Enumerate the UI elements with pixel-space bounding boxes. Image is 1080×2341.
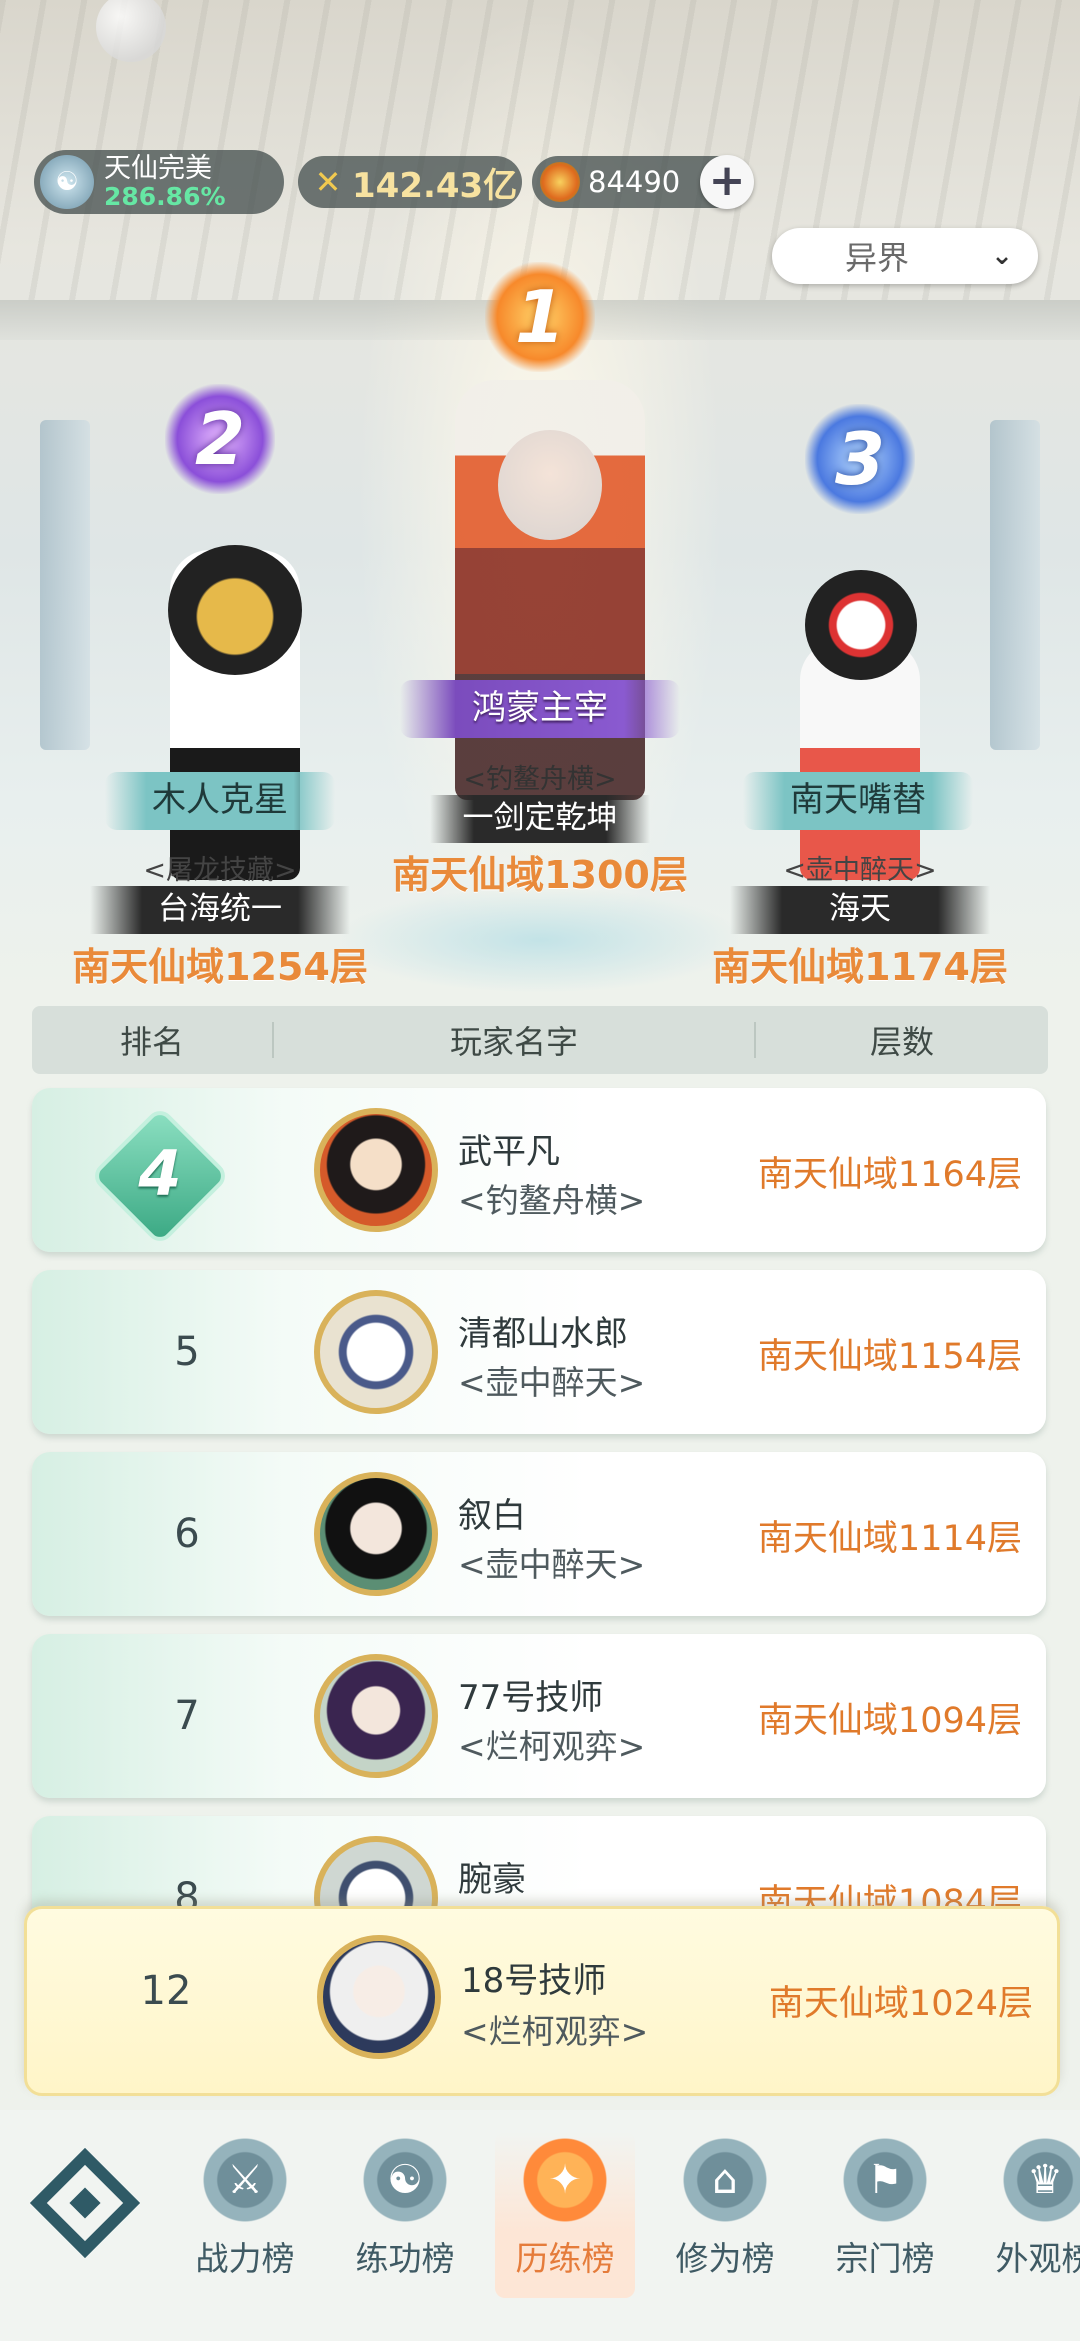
rank-2-sect: <屠龙技藏> (143, 855, 297, 886)
realm-avatar-icon: ☯ (40, 155, 94, 209)
power-indicator: ✕ 142.43亿 (298, 156, 522, 208)
rank-2-badge: 2 (165, 384, 275, 494)
avatar[interactable] (314, 1472, 438, 1596)
my-avatar[interactable] (317, 1935, 441, 2059)
rank-1-character-head (498, 430, 602, 540)
row-sect: <钓鳌舟横> (458, 1181, 646, 1220)
row-floor: 南天仙域1094层 (757, 1701, 1022, 1741)
rank-1-sect: <钓鳌舟横> (463, 764, 617, 795)
rank-1-player-name: 一剑定乾坤 (430, 795, 650, 843)
rank-3-character-head (805, 570, 917, 680)
header-rank: 排名 (119, 1023, 184, 1061)
row-floor: 南天仙域1164层 (757, 1155, 1022, 1195)
row-player-name: 武平凡 (458, 1132, 560, 1172)
row-player-name: 77号技师 (458, 1678, 604, 1718)
avatar[interactable] (314, 1108, 438, 1232)
hat-icon: ⌂ (677, 2132, 773, 2228)
world-dropdown[interactable]: 异界 ⌄ (772, 228, 1038, 284)
my-player-name: 18号技师 (461, 1961, 607, 2001)
tab-label: 宗门榜 (835, 2239, 935, 2278)
row-sect: <烂柯观弈> (458, 1727, 646, 1766)
leaderboard-tab-bar: ⚔ 战力榜 ☯ 练功榜 ✦ 历练榜 ⌂ 修为榜 ⚑ 宗门榜 ♛ 外观榜 (0, 2110, 1080, 2341)
star-icon: ✦ (517, 2132, 613, 2228)
tab-label: 历练榜 (515, 2239, 615, 2278)
row-sect: <壶中醉天> (458, 1545, 646, 1584)
rank-3-sect: <壶中醉天> (783, 855, 937, 886)
my-rank: 12 (140, 1968, 192, 2014)
row-player-name: 清都山水郎 (458, 1314, 628, 1354)
tab-sect-ranking[interactable]: ⚑ 宗门榜 (815, 2132, 955, 2298)
pillar-left (40, 420, 90, 750)
table-row[interactable]: 6 叙白 <壶中醉天> 南天仙域1114层 (32, 1452, 1046, 1616)
currency-indicator: 84490 + (532, 155, 754, 209)
rank-3-player-name: 海天 (730, 886, 990, 934)
row-player-name: 腕豪 (458, 1860, 526, 1900)
rank-3-title: 南天嘴替 (743, 772, 973, 830)
tab-trial-ranking[interactable]: ✦ 历练榜 (495, 2132, 635, 2298)
rank-2-player-name: 台海统一 (90, 886, 350, 934)
costume-icon: ♛ (997, 2132, 1080, 2228)
my-rank-row[interactable]: 12 18号技师 <烂柯观弈> 南天仙域1024层 (24, 1906, 1060, 2096)
tab-label: 修为榜 (675, 2239, 775, 2278)
table-row[interactable]: 4 武平凡 <钓鳌舟横> 南天仙域1164层 (32, 1088, 1046, 1252)
row-rank: 7 (174, 1693, 200, 1739)
row-rank: 4 (138, 1137, 182, 1210)
my-floor: 南天仙域1024层 (768, 1984, 1033, 2024)
pillar-right (990, 420, 1040, 750)
avatar[interactable] (314, 1654, 438, 1778)
world-dropdown-label: 异界 (844, 239, 909, 277)
power-value: 142.43亿 (352, 165, 518, 206)
banner-icon: ⚑ (837, 2132, 933, 2228)
crossed-swords-icon: ✕ (314, 163, 342, 201)
add-currency-button[interactable]: + (700, 155, 754, 209)
rank-2-character-head (168, 545, 302, 675)
sword-icon: ⚔ (197, 2132, 293, 2228)
rank-3-badge: 3 (805, 404, 915, 514)
realm-name: 天仙完美 (104, 153, 212, 184)
rank-1-title: 鸿蒙主宰 (400, 680, 680, 738)
realm-status[interactable]: ☯ 天仙完美 286.86% (34, 150, 284, 214)
rank-1-badge: 1 (485, 262, 595, 372)
ranking-table-header: 排名 玩家名字 层数 (32, 1006, 1048, 1074)
row-floor: 南天仙域1154层 (757, 1337, 1022, 1377)
row-rank: 5 (174, 1329, 200, 1375)
tab-label: 练功榜 (355, 2239, 455, 2278)
avatar[interactable] (314, 1290, 438, 1414)
tab-training-ranking[interactable]: ☯ 练功榜 (335, 2132, 475, 2298)
taiji-icon: ☯ (357, 2132, 453, 2228)
header-player-name: 玩家名字 (449, 1023, 578, 1061)
rank-2-title: 木人克星 (105, 772, 335, 830)
realm-percent: 286.86% (104, 182, 226, 211)
row-rank: 6 (174, 1511, 200, 1557)
tab-appearance-ranking[interactable]: ♛ 外观榜 (975, 2132, 1080, 2298)
row-sect: <壶中醉天> (458, 1363, 646, 1402)
chevron-down-icon: ⌄ (991, 241, 1013, 271)
spirit-coin-icon (540, 162, 580, 202)
row-floor: 南天仙域1114层 (757, 1519, 1022, 1559)
table-row[interactable]: 7 77号技师 <烂柯观弈> 南天仙域1094层 (32, 1634, 1046, 1798)
rank-2-floor: 南天仙域1254层 (72, 945, 368, 989)
rank-3-floor: 南天仙域1174层 (712, 945, 1008, 989)
currency-value: 84490 (588, 165, 681, 199)
rank-1-floor: 南天仙域1300层 (392, 853, 688, 897)
tab-cultivation-ranking[interactable]: ⌂ 修为榜 (655, 2132, 795, 2298)
my-sect: <烂柯观弈> (461, 2012, 649, 2051)
row-player-name: 叙白 (458, 1496, 526, 1536)
header-floor: 层数 (869, 1023, 934, 1061)
tab-label: 外观榜 (995, 2239, 1080, 2278)
menu-diamond-icon[interactable] (30, 2148, 140, 2258)
tab-power-ranking[interactable]: ⚔ 战力榜 (175, 2132, 315, 2298)
tab-label: 战力榜 (195, 2239, 295, 2278)
table-row[interactable]: 5 清都山水郎 <壶中醉天> 南天仙域1154层 (32, 1270, 1046, 1434)
